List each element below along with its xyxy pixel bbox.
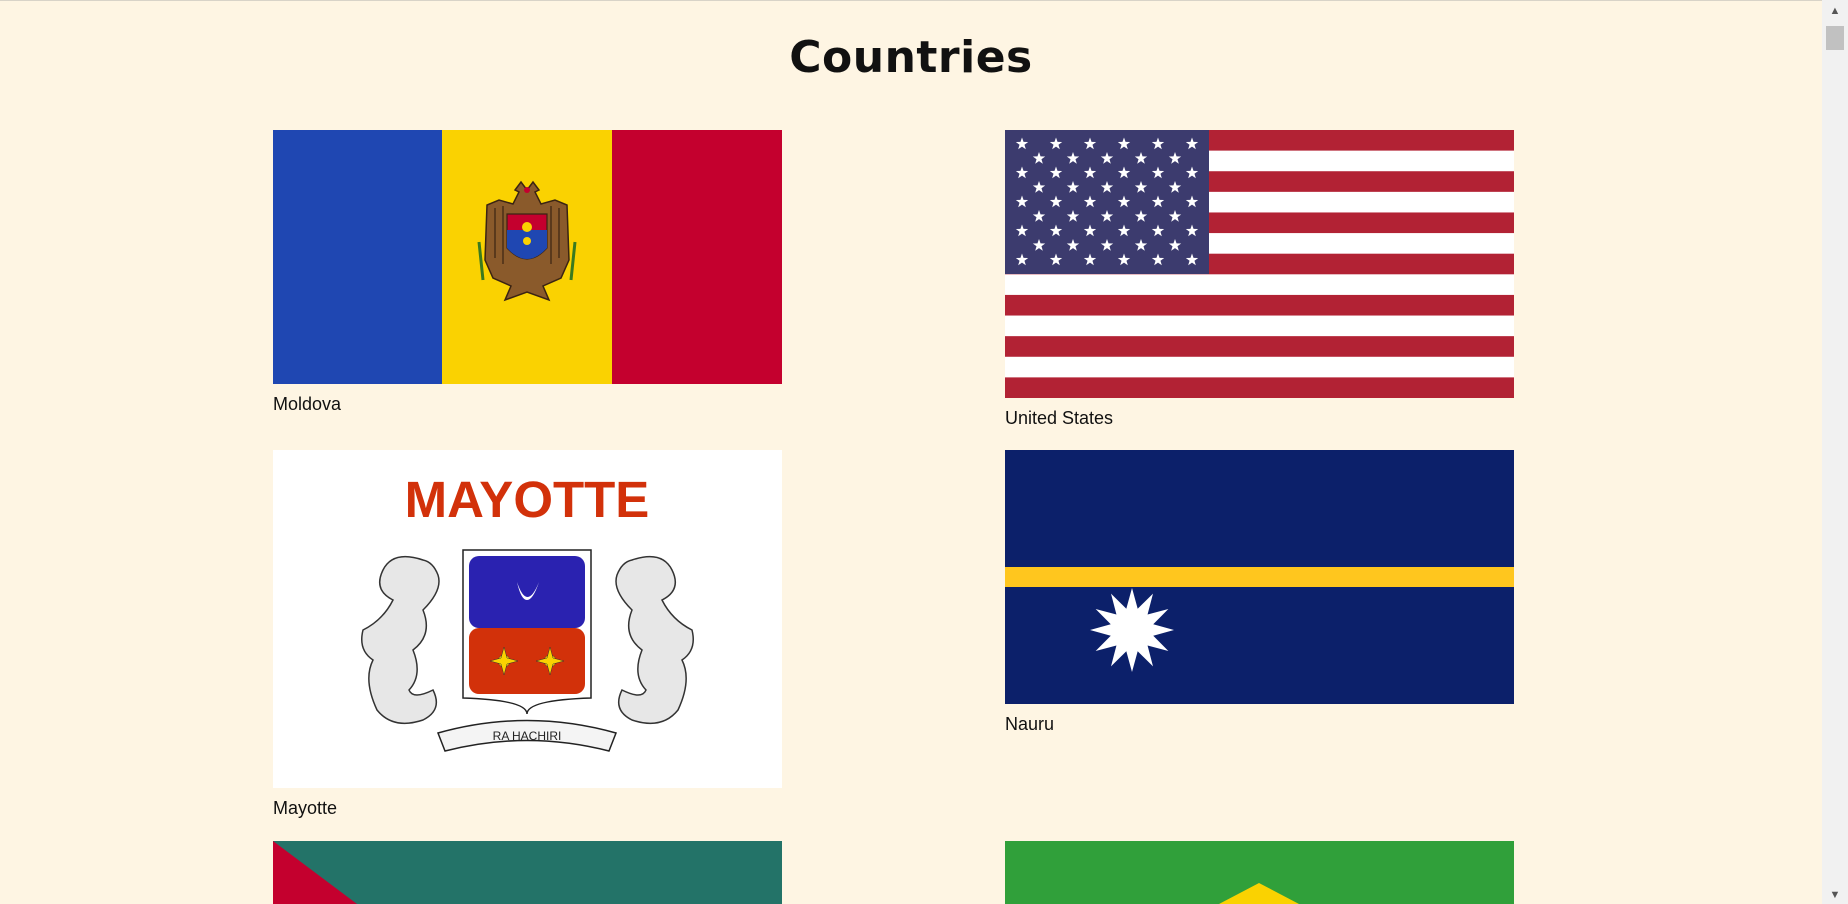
country-card-nauru[interactable]: Nauru — [1005, 450, 1514, 734]
mayotte-flag-title: MAYOTTE — [405, 471, 650, 528]
moldova-flag-image[interactable] — [273, 130, 782, 384]
scroll-down-arrow-icon[interactable]: ▼ — [1822, 886, 1848, 904]
country-card-united-states[interactable]: United States — [1005, 130, 1514, 428]
country-card-moldova[interactable]: Moldova — [273, 130, 782, 414]
united-states-flag-image[interactable] — [1005, 130, 1514, 398]
nauru-flag-image[interactable] — [1005, 450, 1514, 704]
partial-flag-left-image[interactable] — [273, 841, 782, 904]
country-name-moldova: Moldova — [273, 394, 342, 414]
country-card-mayotte[interactable]: MAYOTTE RA HACHIRI Mayotte — [273, 450, 782, 818]
mayotte-shield-icon — [462, 549, 592, 715]
country-name-mayotte: Mayotte — [273, 798, 338, 818]
partial-flag-right-image[interactable] — [1005, 841, 1514, 904]
country-card-partial-right[interactable] — [1005, 841, 1514, 904]
vertical-scrollbar[interactable]: ▲ ▼ — [1822, 0, 1848, 904]
country-name-united-states: United States — [1005, 408, 1114, 428]
page-title: Countries — [789, 32, 1033, 83]
scrollbar-thumb[interactable] — [1826, 26, 1844, 50]
scroll-up-arrow-icon[interactable]: ▲ — [1822, 2, 1848, 20]
mayotte-flag-image[interactable]: MAYOTTE RA HACHIRI — [273, 450, 782, 788]
country-card-partial-left[interactable] — [273, 841, 782, 904]
countries-page: Countries Moldova United States MAYOTTE … — [0, 0, 1822, 904]
mayotte-motto-text: RA HACHIRI — [493, 729, 562, 743]
country-name-nauru: Nauru — [1005, 714, 1055, 734]
